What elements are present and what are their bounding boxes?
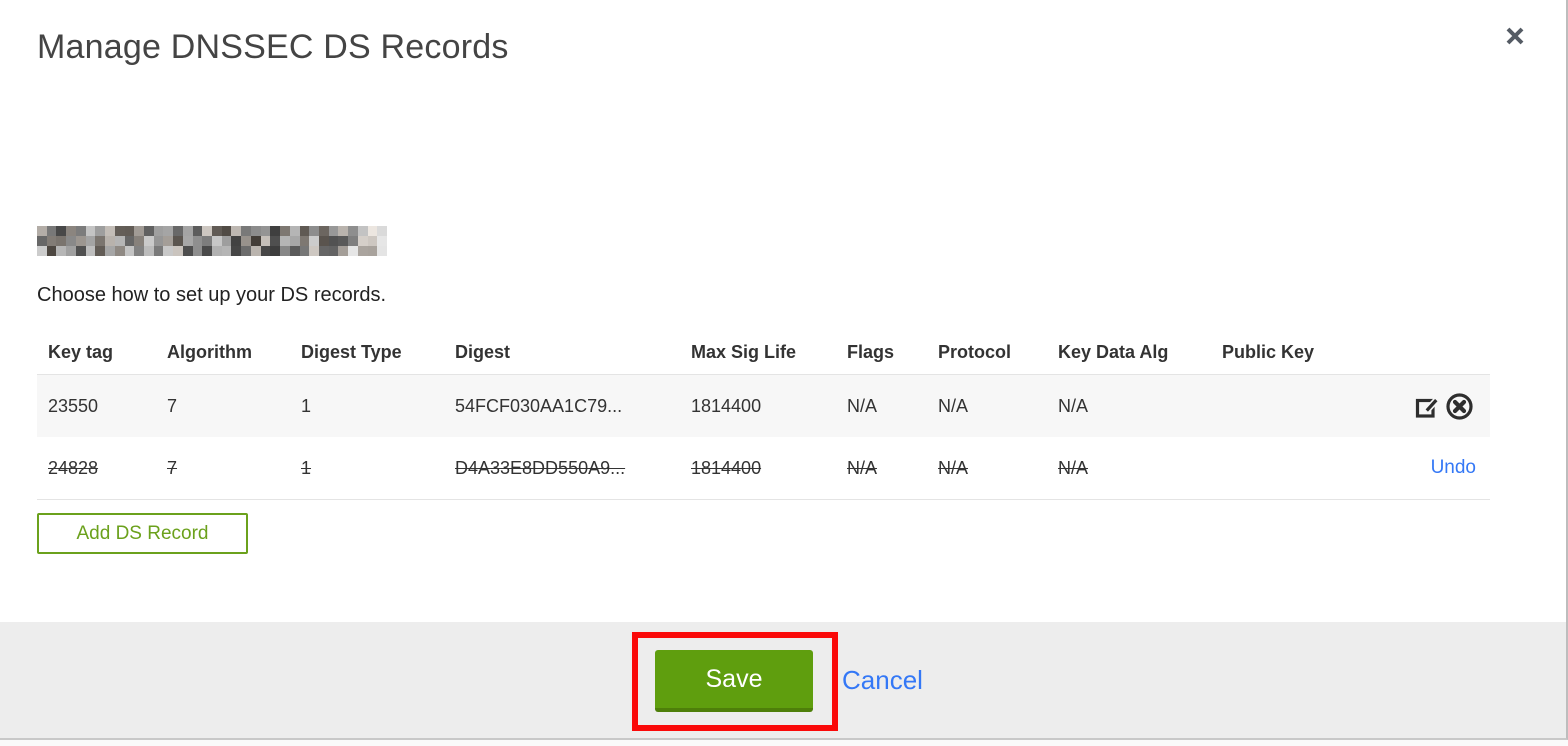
header-digest-type: Digest Type — [301, 341, 402, 362]
cell-max-sig-life: 1814400 — [691, 395, 762, 416]
table-row: 23550 7 1 54FCF030AA1C79... 1814400 N/A … — [37, 374, 1490, 437]
ds-records-table: Key tag Algorithm Digest Type Digest Max… — [37, 330, 1490, 500]
close-icon — [1506, 27, 1524, 44]
cell-digest-type: 1 — [301, 395, 312, 416]
header-digest: Digest — [455, 341, 511, 362]
header-max-sig-life: Max Sig Life — [691, 341, 797, 362]
cell-protocol: N/A — [938, 457, 969, 478]
cell-algorithm: 7 — [167, 457, 178, 478]
add-ds-record-button[interactable]: Add DS Record — [37, 513, 248, 554]
cell-digest-type: 1 — [301, 457, 312, 478]
header-algorithm: Algorithm — [167, 341, 252, 362]
delete-record-button[interactable] — [1444, 391, 1475, 422]
table-row: 24828 7 1 D4A33E8DD550A9... 1814400 N/A … — [37, 437, 1490, 500]
row-actions — [1362, 391, 1490, 422]
close-button[interactable] — [1502, 24, 1528, 50]
cell-digest: D4A33E8DD550A9... — [455, 457, 626, 478]
header-key-data-alg: Key Data Alg — [1058, 341, 1169, 362]
footer-bar: Save Cancel — [0, 622, 1566, 738]
header-flags: Flags — [847, 341, 895, 362]
cell-key-data-alg: N/A — [1058, 457, 1089, 478]
cancel-link[interactable]: Cancel — [842, 665, 923, 696]
redacted-domain-name — [37, 226, 387, 256]
cell-protocol: N/A — [938, 395, 969, 416]
cell-digest: 54FCF030AA1C79... — [455, 395, 623, 416]
header-key-tag: Key tag — [48, 341, 114, 362]
cell-key-tag: 23550 — [48, 395, 99, 416]
cell-key-tag: 24828 — [48, 457, 99, 478]
table-header-row: Key tag Algorithm Digest Type Digest Max… — [37, 330, 1490, 374]
intro-text: Choose how to set up your DS records. — [37, 284, 387, 306]
cell-flags: N/A — [847, 457, 878, 478]
cell-max-sig-life: 1814400 — [691, 457, 762, 478]
edit-icon — [1415, 396, 1440, 418]
undo-link[interactable]: Undo — [1431, 457, 1476, 479]
edit-record-button[interactable] — [1413, 392, 1442, 421]
manage-dnssec-modal: Manage DNSSEC DS Records Choose how to s… — [0, 0, 1568, 740]
header-public-key: Public Key — [1222, 341, 1315, 362]
save-button[interactable]: Save — [655, 650, 813, 712]
row-actions: Undo — [1362, 457, 1490, 479]
header-protocol: Protocol — [938, 341, 1012, 362]
cell-flags: N/A — [847, 395, 878, 416]
page-title: Manage DNSSEC DS Records — [37, 28, 509, 66]
cell-key-data-alg: N/A — [1058, 395, 1089, 416]
delete-icon — [1446, 392, 1473, 420]
cell-algorithm: 7 — [167, 395, 178, 416]
